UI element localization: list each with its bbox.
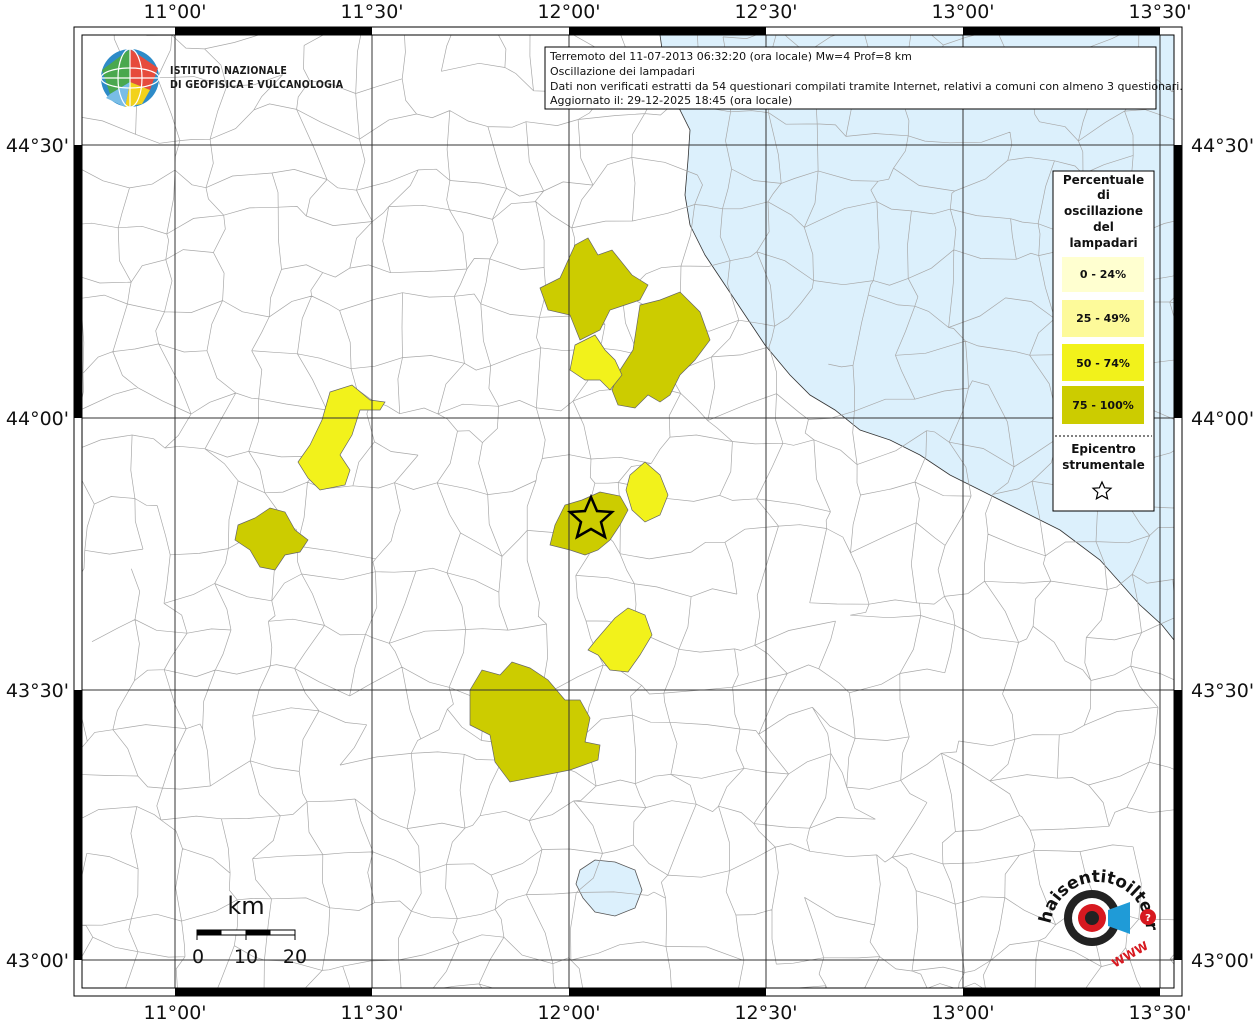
title-line-1: Terremoto del 11-07-2013 06:32:20 (ora l… xyxy=(549,50,912,63)
legend-title-2: di xyxy=(1097,188,1110,202)
frame-bar-bottom xyxy=(569,988,766,996)
municipality-75-100-south xyxy=(469,661,601,783)
municipality-50-74-east xyxy=(625,461,669,523)
frame-bar-bottom xyxy=(963,988,1160,996)
lon-label-top: 11°30' xyxy=(340,1,403,23)
lon-label-top: 11°00' xyxy=(143,1,206,23)
frame-bar-top xyxy=(569,27,766,35)
lat-label-right: 43°00' xyxy=(1191,950,1254,972)
latitude-labels-right: 44°30' 44°00' 43°30' 43°00' xyxy=(1191,135,1254,972)
legend-label-2: 50 - 74% xyxy=(1076,357,1130,370)
longitude-labels-bottom: 11°00' 11°30' 12°00' 12°30' 13°00' 13°30' xyxy=(143,1002,1191,1024)
scale-tick-20: 20 xyxy=(283,946,307,968)
scale-bar: km 0 10 20 xyxy=(192,892,307,968)
legend-epicenter-2: strumentale xyxy=(1062,458,1145,472)
municipality-75-100-west xyxy=(234,507,309,571)
lon-label-bottom: 11°30' xyxy=(340,1002,403,1024)
lon-label-bottom: 11°00' xyxy=(143,1002,206,1024)
legend-label-1: 25 - 49% xyxy=(1076,312,1130,325)
frame-bar-bottom xyxy=(175,988,372,996)
lon-label-bottom: 13°00' xyxy=(931,1002,994,1024)
watermark-www: WWW xyxy=(1109,939,1150,971)
municipality-50-74-north xyxy=(569,334,623,391)
frame-bar-top xyxy=(963,27,1160,35)
latitude-labels-left: 44°30' 44°00' 43°30' 43°00' xyxy=(6,135,69,972)
lon-label-top: 12°30' xyxy=(734,1,797,23)
title-line-4: Aggiornato il: 29-12-2025 18:45 (ora loc… xyxy=(550,94,792,107)
longitude-labels-top: 11°00' 11°30' 12°00' 12°30' 13°00' 13°30' xyxy=(143,1,1191,23)
lon-label-top: 13°30' xyxy=(1128,1,1191,23)
scale-tick-0: 0 xyxy=(192,946,204,968)
svg-text:?: ? xyxy=(1145,913,1151,924)
lat-label-left: 43°00' xyxy=(6,950,69,972)
legend-label-3: 75 - 100% xyxy=(1072,399,1134,412)
lat-label-left: 44°30' xyxy=(6,135,69,157)
frame-bar-left xyxy=(74,145,82,418)
lake-trasimeno xyxy=(575,859,643,917)
legend: Percentuale di oscillazione del lampadar… xyxy=(1052,170,1155,512)
legend-title-4: del xyxy=(1093,220,1114,234)
legend-title-5: lampadari xyxy=(1069,236,1137,250)
institute-line-1: ISTITUTO NAZIONALE xyxy=(170,65,287,77)
legend-epicenter-1: Epicentro xyxy=(1071,442,1136,456)
institute-line-2: DI GEOFISICA E VULCANOLOGIA xyxy=(170,79,344,91)
municipality-75-100-northeast xyxy=(611,291,711,409)
municipality-polygons xyxy=(234,237,711,783)
title-line-2: Oscillazione dei lampadari xyxy=(550,65,695,78)
legend-title-1: Percentuale xyxy=(1063,173,1144,187)
scale-unit: km xyxy=(227,892,264,920)
lon-label-bottom: 12°30' xyxy=(734,1002,797,1024)
legend-title-3: oscillazione xyxy=(1064,204,1143,218)
lon-label-top: 12°00' xyxy=(537,1,600,23)
lat-label-right: 44°00' xyxy=(1191,408,1254,430)
intensity-map: 11°00' 11°30' 12°00' 12°30' 13°00' 13°30' 11°… xyxy=(0,0,1254,1024)
title-line-3: Dati non verificati estratti da 54 quest… xyxy=(550,80,1183,93)
frame-bar-left xyxy=(74,690,82,960)
lat-label-right: 44°30' xyxy=(1191,135,1254,157)
legend-label-0: 0 - 24% xyxy=(1080,268,1126,281)
frame-bar-right xyxy=(1174,145,1182,418)
municipality-75-100-north xyxy=(539,237,649,341)
municipality-50-74-south xyxy=(587,607,653,673)
frame-bar-top xyxy=(175,27,372,35)
lat-label-right: 43°30' xyxy=(1191,680,1254,702)
lon-label-bottom: 12°00' xyxy=(537,1002,600,1024)
lon-label-bottom: 13°30' xyxy=(1128,1002,1191,1024)
frame-bar-right xyxy=(1174,690,1182,960)
lat-label-left: 43°30' xyxy=(6,680,69,702)
lon-label-top: 13°00' xyxy=(931,1,994,23)
scale-tick-10: 10 xyxy=(234,946,258,968)
lat-label-left: 44°00' xyxy=(6,408,69,430)
title-box: Terremoto del 11-07-2013 06:32:20 (ora l… xyxy=(544,46,1183,110)
